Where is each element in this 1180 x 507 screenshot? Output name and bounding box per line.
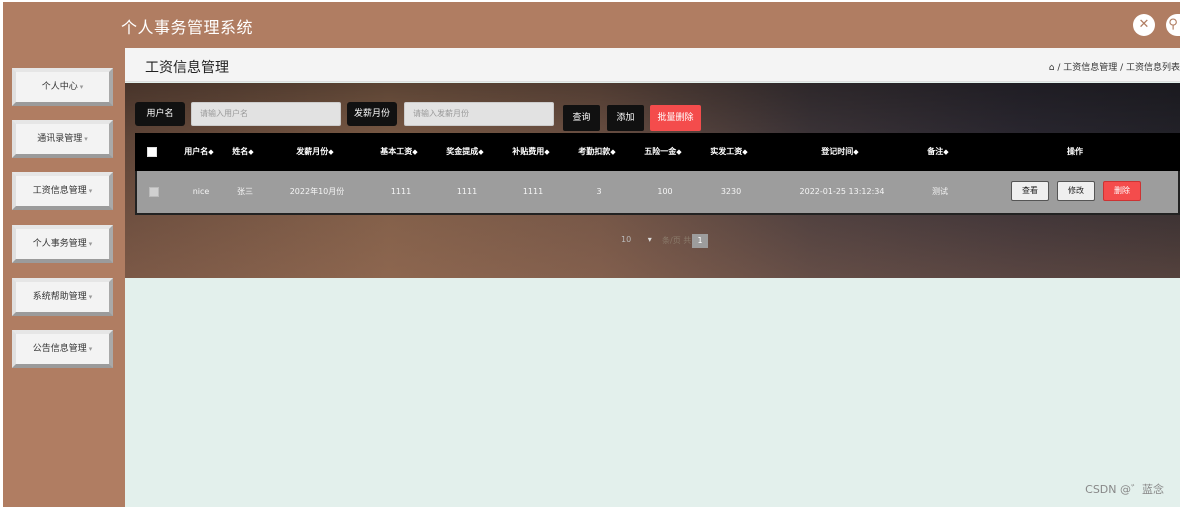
sidebar-item-label: 工资信息管理 bbox=[32, 186, 87, 196]
fullscreen-icon[interactable]: ✕ bbox=[1133, 14, 1155, 36]
chevron-down-icon: ▾ bbox=[88, 345, 93, 353]
cell-base-salary: 1111 bbox=[390, 187, 412, 196]
cell-month: 2022年10月份 bbox=[289, 187, 345, 196]
column-header[interactable]: 奖金提成◆ bbox=[437, 133, 493, 171]
cell-insurance: 100 bbox=[657, 187, 673, 196]
column-header[interactable]: 实发工资◆ bbox=[701, 133, 757, 171]
app-title: 个人事务管理系统 bbox=[121, 18, 254, 37]
sidebar-item-help[interactable]: 系统帮助管理 ▾ bbox=[12, 278, 113, 316]
chevron-down-icon: ▾ bbox=[88, 293, 93, 301]
chevron-down-icon: ▾ bbox=[88, 187, 93, 195]
table-header: 用户名◆ 姓名◆ 发薪月份◆ 基本工资◆ 奖金提成◆ 补贴费用◆ 考勤扣款◆ 五… bbox=[135, 133, 1180, 171]
add-button[interactable]: 添加 bbox=[607, 105, 644, 131]
view-button[interactable]: 查看 bbox=[1011, 181, 1049, 201]
main-content: 工资信息管理 ⌂ / 工资信息管理 / 工资信息列表 用户名 请输入用户名 发薪… bbox=[125, 48, 1180, 507]
sidebar-item-personal-affairs[interactable]: 个人事务管理 ▾ bbox=[12, 225, 113, 263]
user-icon[interactable]: ⚲ bbox=[1166, 14, 1180, 36]
chevron-down-icon: ▾ bbox=[88, 240, 93, 248]
page-number-current[interactable]: 1 bbox=[692, 234, 708, 248]
column-header[interactable]: 五险一金◆ bbox=[635, 133, 691, 171]
list-panel: 用户名 请输入用户名 发薪月份 请输入发薪月份 查询 添加 批量删除 用户名◆ … bbox=[125, 83, 1180, 278]
page-total-text: 条/页 共 bbox=[662, 236, 692, 245]
username-input[interactable]: 请输入用户名 bbox=[191, 102, 341, 126]
watermark: CSDN @゛蓝念 bbox=[1085, 483, 1164, 496]
column-header: 操作 bbox=[1067, 147, 1083, 156]
cell-username: nice bbox=[192, 187, 210, 196]
month-label: 发薪月份 bbox=[347, 102, 397, 126]
month-input[interactable]: 请输入发薪月份 bbox=[404, 102, 554, 126]
cell-bonus: 1111 bbox=[456, 187, 478, 196]
cell-name: 张三 bbox=[237, 187, 253, 196]
column-header[interactable]: 基本工资◆ bbox=[371, 133, 427, 171]
cell-registered: 2022-01-25 13:12:34 bbox=[799, 187, 885, 196]
cell-deduction: 3 bbox=[596, 187, 602, 196]
batch-delete-button[interactable]: 批量删除 bbox=[650, 105, 701, 131]
cell-subsidy: 1111 bbox=[522, 187, 544, 196]
cell-note: 测试 bbox=[932, 187, 948, 196]
sidebar-item-personal-center[interactable]: 个人中心 ▾ bbox=[12, 68, 113, 106]
sidebar-item-label: 个人事务管理 bbox=[32, 239, 87, 249]
column-header[interactable]: 考勤扣款◆ bbox=[569, 133, 625, 171]
page-header: 工资信息管理 ⌂ / 工资信息管理 / 工资信息列表 bbox=[125, 48, 1180, 82]
sidebar-item-label: 系统帮助管理 bbox=[32, 292, 87, 302]
column-header[interactable]: 发薪月份◆ bbox=[285, 133, 345, 171]
username-label: 用户名 bbox=[135, 102, 185, 126]
sidebar-item-salary[interactable]: 工资信息管理 ▾ bbox=[12, 172, 113, 210]
chevron-down-icon: ▾ bbox=[79, 83, 84, 91]
column-header[interactable]: 用户名◆ bbox=[175, 133, 223, 171]
sidebar-item-label: 通讯录管理 bbox=[37, 134, 83, 144]
column-header[interactable]: 补贴费用◆ bbox=[503, 133, 559, 171]
search-button[interactable]: 查询 bbox=[563, 105, 600, 131]
top-bar: 个人事务管理系统 ✕ ⚲ bbox=[3, 2, 1180, 48]
chevron-down-icon: ▾ bbox=[84, 135, 88, 143]
page-title: 工资信息管理 bbox=[145, 60, 229, 76]
table-row: nice 张三 2022年10月份 1111 1111 1111 3 100 3… bbox=[135, 171, 1180, 215]
sidebar-item-announcements[interactable]: 公告信息管理 ▾ bbox=[12, 330, 113, 368]
select-all-checkbox[interactable] bbox=[147, 147, 157, 157]
column-header[interactable]: 姓名◆ bbox=[225, 133, 261, 171]
sidebar-item-contacts[interactable]: 通讯录管理 ▾ bbox=[12, 120, 113, 158]
app-window: 个人事务管理系统 ✕ ⚲ 个人中心 ▾ 通讯录管理 ▾ 工资信息管理 ▾ 个人事务管理… bbox=[3, 2, 1180, 507]
breadcrumb[interactable]: ⌂ / 工资信息管理 / 工资信息列表 bbox=[1049, 60, 1180, 73]
column-header[interactable]: 登记时间◆ bbox=[785, 133, 895, 171]
row-checkbox[interactable] bbox=[149, 187, 159, 197]
column-header[interactable]: 备注◆ bbox=[915, 133, 961, 171]
sidebar-item-label: 个人中心 bbox=[41, 82, 78, 92]
delete-button[interactable]: 删除 bbox=[1103, 181, 1141, 201]
edit-button[interactable]: 修改 bbox=[1057, 181, 1095, 201]
page-size-select[interactable]: 10 ▾ bbox=[621, 235, 652, 244]
cell-net-salary: 3230 bbox=[720, 187, 742, 196]
sidebar: 个人中心 ▾ 通讯录管理 ▾ 工资信息管理 ▾ 个人事务管理 ▾ 系统帮助管理 ▾ 公告信… bbox=[3, 48, 125, 507]
sidebar-item-label: 公告信息管理 bbox=[32, 344, 87, 354]
